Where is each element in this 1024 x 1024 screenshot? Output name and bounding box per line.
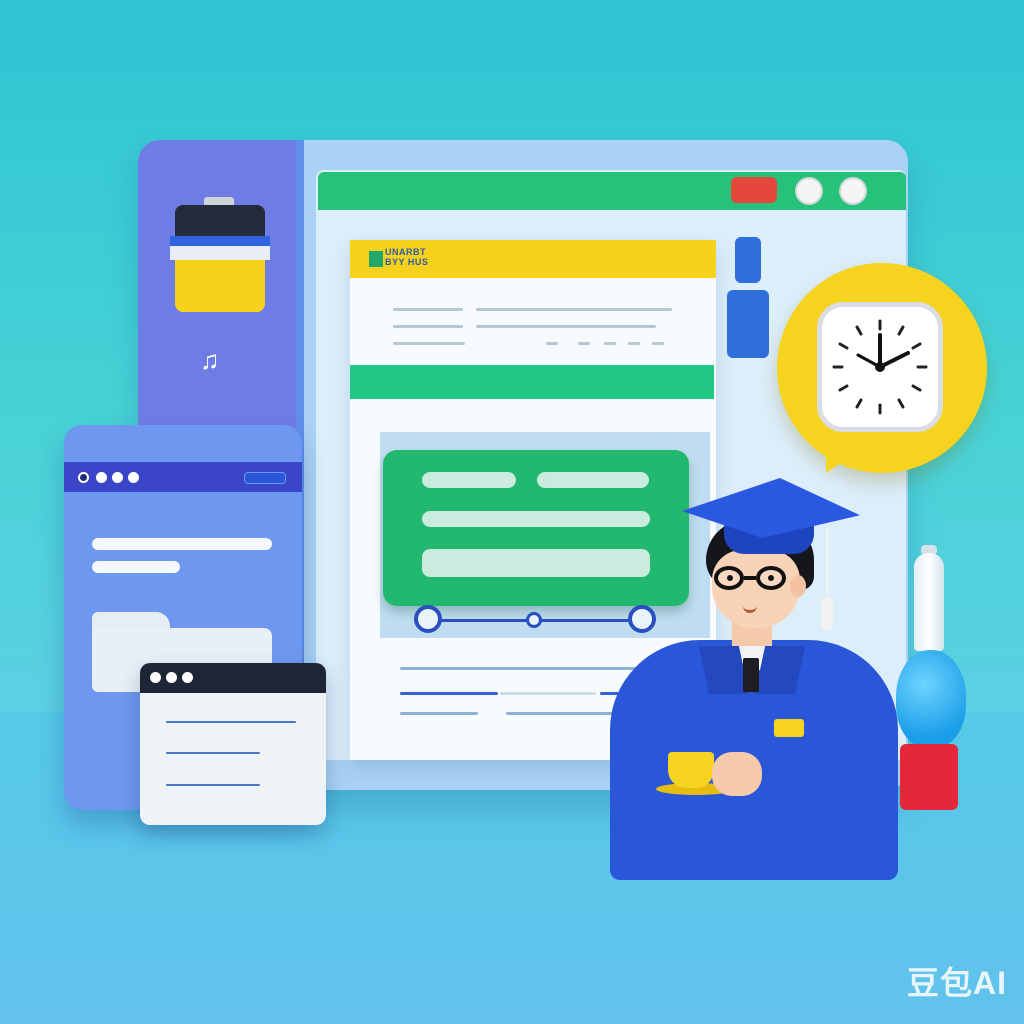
text-line (476, 325, 656, 328)
document-logo-text: UNARBT BYY HUS (385, 247, 429, 267)
eye (768, 575, 774, 581)
clip-head (735, 237, 761, 283)
text-line (393, 325, 463, 328)
window-dot[interactable] (150, 672, 161, 683)
text-line (652, 342, 664, 345)
text-line (400, 712, 478, 715)
coffee-cup-icon (668, 752, 714, 788)
text-line (393, 342, 465, 345)
card-line (537, 472, 649, 488)
text-line (166, 752, 260, 754)
sd-card-band-light (170, 246, 270, 260)
document-logo-icon (369, 251, 383, 267)
window-dot[interactable] (182, 672, 193, 683)
hand (712, 752, 762, 796)
text-line (400, 667, 660, 670)
slider-end-knob[interactable] (628, 605, 656, 633)
window-dot[interactable] (78, 472, 89, 483)
text-line (400, 692, 498, 695)
minimize-button[interactable] (795, 177, 823, 205)
name-badge (774, 719, 804, 737)
ear (790, 575, 806, 597)
tassel-cord (826, 528, 829, 602)
watermark: 豆包AI (907, 965, 1008, 1001)
card-input[interactable] (422, 549, 650, 577)
slider-start-knob[interactable] (414, 605, 442, 633)
close-button[interactable] (731, 177, 777, 203)
glasses-bridge (744, 576, 756, 580)
lamp-tube (914, 553, 944, 651)
text-line (546, 342, 558, 345)
text-line (393, 308, 463, 311)
eye (727, 575, 733, 581)
maximize-button[interactable] (839, 177, 867, 205)
lamp-base (900, 744, 958, 810)
slider-mid-knob[interactable] (526, 612, 542, 628)
clock-icon[interactable] (817, 302, 943, 432)
sd-card-body (175, 260, 265, 312)
text-line (578, 342, 590, 345)
window-dot[interactable] (96, 472, 107, 483)
secondary-window-tab[interactable] (244, 472, 286, 484)
music-note-icon[interactable]: ♫ (200, 345, 220, 376)
text-line (92, 561, 180, 573)
card-line (422, 511, 650, 527)
text-line (92, 538, 272, 550)
lamp-icon (896, 650, 966, 748)
tie (743, 658, 759, 692)
window-dot[interactable] (128, 472, 139, 483)
text-line (604, 342, 616, 345)
card-line (422, 472, 516, 488)
text-line (166, 721, 296, 723)
text-line (500, 692, 596, 695)
document-section-bar (350, 365, 714, 399)
text-line (476, 308, 672, 311)
window-dot[interactable] (112, 472, 123, 483)
text-line (628, 342, 640, 345)
sd-card-band (170, 236, 270, 246)
window-dot[interactable] (166, 672, 177, 683)
tassel (821, 598, 833, 630)
clip-body (727, 290, 769, 358)
text-line (166, 784, 260, 786)
